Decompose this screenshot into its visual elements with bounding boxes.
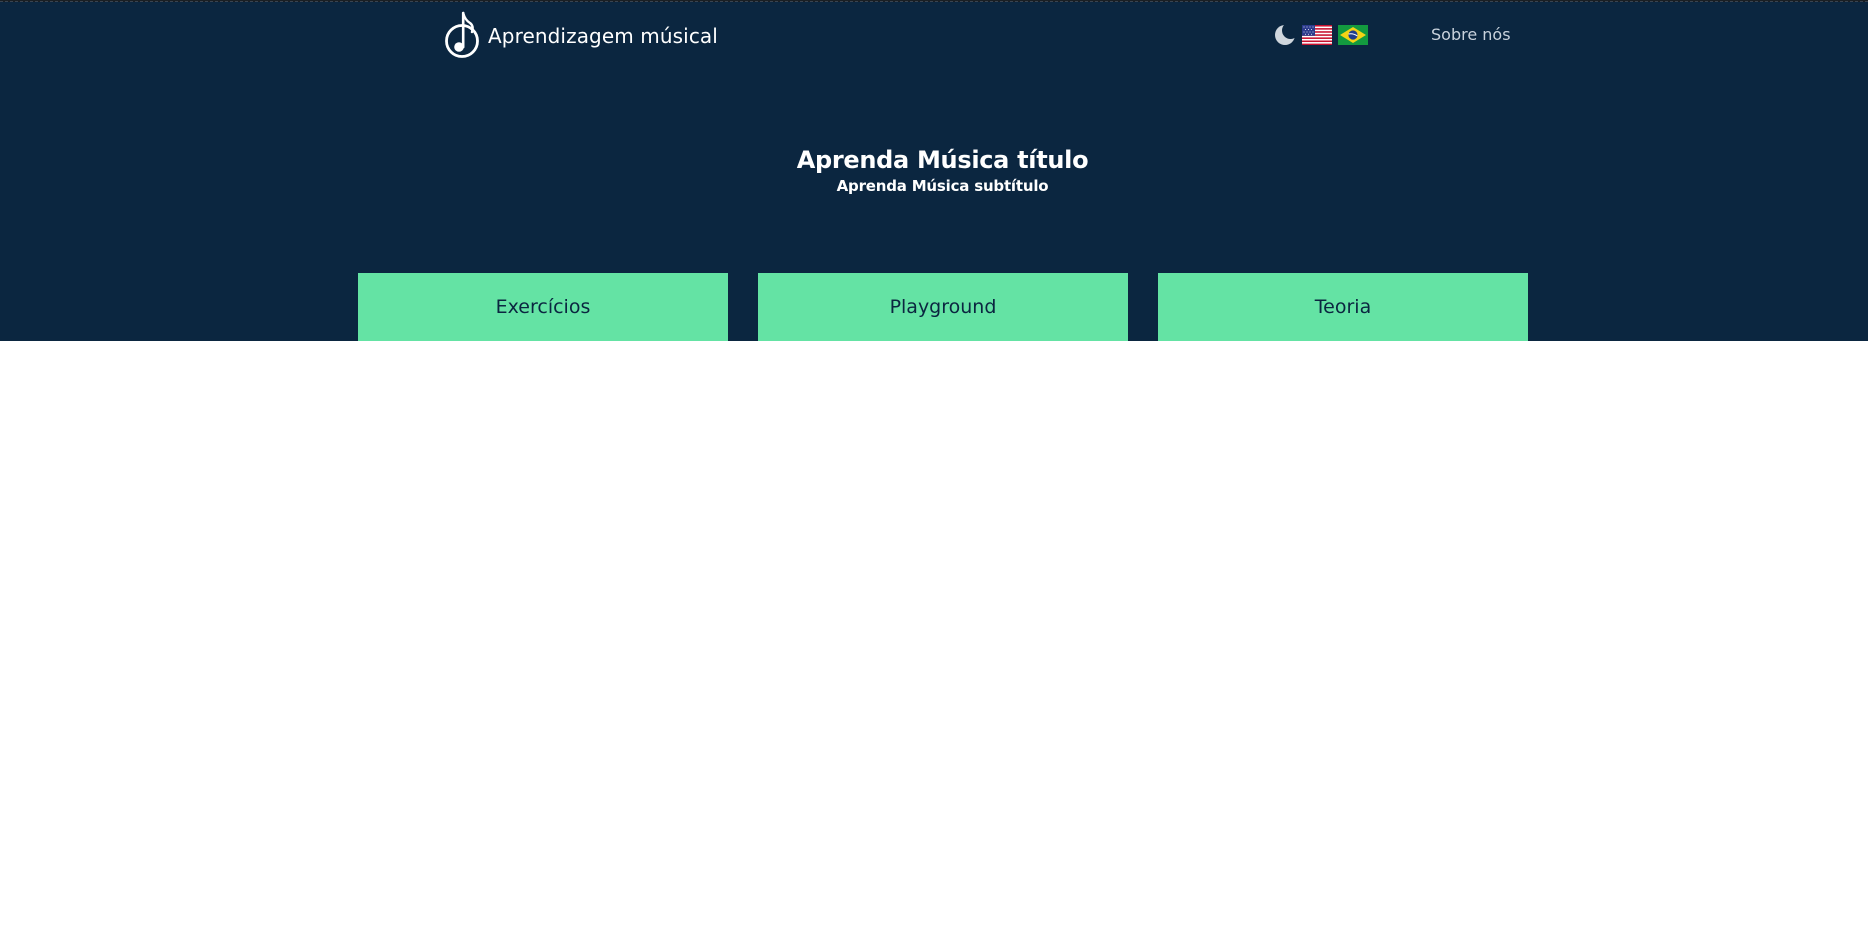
- top-border: [0, 0, 1868, 2]
- card-label: Playground: [889, 296, 997, 318]
- moon-icon[interactable]: [1274, 24, 1296, 46]
- hero-subtitle: Aprenda Música subtítulo: [836, 177, 1049, 195]
- us-flag-icon[interactable]: [1302, 25, 1332, 45]
- card-label: Exercícios: [495, 296, 591, 318]
- brand-name: Aprendizagem músical: [488, 24, 718, 48]
- site-header: Aprendizagem músical Sobre nós Aprenda M…: [0, 0, 1868, 341]
- hero-title: Aprenda Música título: [796, 146, 1089, 174]
- about-us-link[interactable]: Sobre nós: [1431, 25, 1511, 44]
- music-note-icon: [445, 11, 479, 58]
- brazil-flag-icon[interactable]: [1338, 25, 1368, 45]
- card-theory[interactable]: Teoria: [1158, 273, 1528, 341]
- brand-home-link[interactable]: Aprendizagem músical: [444, 10, 718, 62]
- header-controls: [1274, 22, 1368, 48]
- card-playground[interactable]: Playground: [758, 273, 1128, 341]
- main-content: [0, 341, 1868, 942]
- card-exercises[interactable]: Exercícios: [358, 273, 728, 341]
- card-label: Teoria: [1314, 296, 1372, 318]
